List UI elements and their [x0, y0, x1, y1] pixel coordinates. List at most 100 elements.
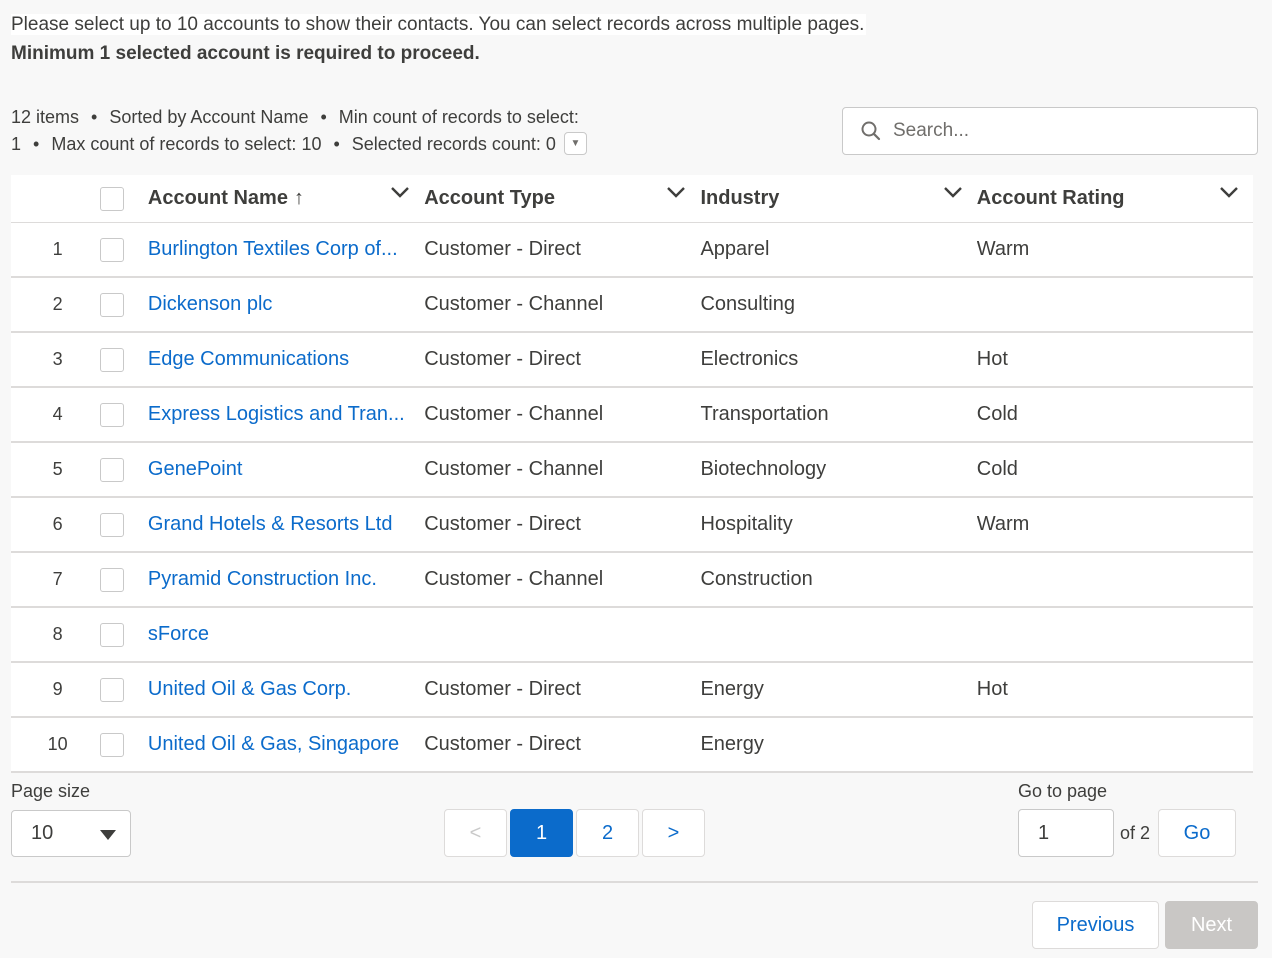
account-name-link[interactable]: Burlington Textiles Corp of... — [148, 238, 398, 260]
row-checkbox[interactable] — [100, 402, 125, 427]
go-to-page-input[interactable]: 1 — [1018, 809, 1114, 857]
column-header-account-name[interactable]: Account Name ↑ — [148, 187, 424, 210]
caret-down-icon — [100, 830, 116, 840]
row-number: 10 — [47, 734, 68, 754]
next-page-button[interactable]: > — [642, 809, 705, 857]
row-checkbox[interactable] — [100, 237, 125, 262]
row-checkbox[interactable] — [100, 677, 125, 702]
total-pages-text: of 2 — [1120, 823, 1151, 843]
row-checkbox[interactable] — [100, 732, 125, 757]
page-size-select[interactable]: 10 — [11, 810, 131, 857]
account-name-link[interactable]: Edge Communications — [148, 348, 349, 370]
account-name-link[interactable]: Dickenson plc — [148, 293, 273, 315]
row-number: 9 — [52, 679, 63, 699]
account-type-cell: Customer - Direct — [424, 348, 581, 370]
account-type-cell: Customer - Channel — [424, 403, 604, 425]
chevron-down-icon[interactable] — [390, 185, 410, 199]
min-count-value: 1 — [11, 134, 22, 154]
table-row: 7 Pyramid Construction Inc. Customer - C… — [11, 553, 1253, 608]
page-button-1[interactable]: 1 — [510, 809, 573, 857]
table-row: 4 Express Logistics and Tran... Customer… — [11, 388, 1253, 443]
instructions: Please select up to 10 accounts to show … — [11, 10, 867, 68]
page-size-label: Page size — [11, 781, 91, 801]
chevron-down-icon[interactable] — [1219, 185, 1239, 199]
account-rating-cell: Hot — [976, 348, 1008, 370]
column-header-account-type[interactable]: Account Type — [424, 187, 700, 210]
row-checkbox[interactable] — [100, 457, 125, 482]
go-to-page-label: Go to page — [1018, 781, 1108, 801]
row-checkbox[interactable] — [100, 622, 125, 647]
account-rating-cell: Hot — [976, 678, 1008, 700]
search-box[interactable] — [842, 107, 1258, 155]
row-checkbox[interactable] — [100, 292, 125, 317]
previous-button[interactable]: Previous — [1032, 901, 1159, 949]
row-number: 4 — [52, 404, 63, 424]
footer-divider — [11, 881, 1258, 883]
industry-cell: Biotechnology — [700, 458, 827, 480]
account-rating-cell: Cold — [976, 458, 1018, 480]
page-size-value: 10 — [31, 822, 54, 844]
table-row: 6 Grand Hotels & Resorts Ltd Customer - … — [11, 498, 1253, 553]
account-name-link[interactable]: sForce — [148, 623, 209, 645]
account-type-cell: Customer - Direct — [424, 733, 581, 755]
row-checkbox[interactable] — [100, 347, 125, 372]
sort-info: Sorted by Account Name — [109, 107, 309, 127]
account-type-cell: Customer - Direct — [424, 238, 581, 260]
select-all-checkbox[interactable] — [100, 186, 125, 211]
account-type-cell: Customer - Channel — [424, 458, 604, 480]
table-row: 1 Burlington Textiles Corp of... Custome… — [11, 223, 1253, 278]
account-rating-cell: Warm — [976, 513, 1030, 535]
row-number: 7 — [52, 569, 63, 589]
row-number: 5 — [52, 459, 63, 479]
account-name-link[interactable]: Express Logistics and Tran... — [148, 403, 405, 425]
account-name-link[interactable]: Grand Hotels & Resorts Ltd — [148, 513, 393, 535]
column-header-account-rating[interactable]: Account Rating — [977, 187, 1253, 210]
table-header: Account Name ↑ Account Type Industry Acco… — [11, 175, 1253, 223]
account-type-cell: Customer - Direct — [424, 513, 581, 535]
instruction-text: Please select up to 10 accounts to show … — [11, 14, 867, 35]
sort-ascending-icon: ↑ — [293, 187, 304, 209]
industry-cell: Apparel — [700, 238, 770, 260]
table-row: 9 United Oil & Gas Corp. Customer - Dire… — [11, 663, 1253, 718]
list-summary: 12 items • Sorted by Account Name • Min coun… — [11, 104, 587, 158]
row-number: 3 — [52, 349, 63, 369]
account-type-cell: Customer - Channel — [424, 293, 604, 315]
account-rating-cell: Cold — [976, 403, 1018, 425]
row-number: 8 — [52, 624, 63, 644]
search-icon — [861, 121, 881, 141]
account-name-link[interactable]: GenePoint — [148, 458, 243, 480]
row-number: 1 — [52, 239, 63, 259]
chevron-down-icon[interactable] — [943, 185, 963, 199]
next-button[interactable]: Next — [1165, 901, 1258, 949]
row-number: 2 — [52, 294, 63, 314]
previous-page-button[interactable]: < — [444, 809, 507, 857]
table-row: 2 Dickenson plc Customer - Channel Consu… — [11, 278, 1253, 333]
industry-cell: Electronics — [700, 348, 799, 370]
account-type-cell: Customer - Direct — [424, 678, 581, 700]
industry-cell: Energy — [700, 733, 764, 755]
industry-cell: Hospitality — [700, 513, 793, 535]
chevron-down-icon: ▼ — [570, 137, 581, 149]
industry-cell: Transportation — [700, 403, 829, 425]
row-checkbox[interactable] — [100, 567, 125, 592]
row-number: 6 — [52, 514, 63, 534]
selected-count: Selected records count: 0 — [351, 134, 556, 154]
minimum-requirement-text: Minimum 1 selected account is required t… — [11, 43, 480, 64]
chevron-down-icon[interactable] — [666, 185, 686, 199]
account-name-link[interactable]: Pyramid Construction Inc. — [148, 568, 377, 590]
table-row: 10 United Oil & Gas, Singapore Customer … — [11, 718, 1253, 773]
account-name-link[interactable]: United Oil & Gas, Singapore — [148, 733, 399, 755]
page-button-2[interactable]: 2 — [576, 809, 639, 857]
go-button[interactable]: Go — [1158, 809, 1236, 857]
table-row: 3 Edge Communications Customer - Direct … — [11, 333, 1253, 388]
item-count: 12 items — [11, 107, 80, 127]
row-checkbox[interactable] — [100, 512, 125, 537]
account-rating-cell: Warm — [976, 238, 1030, 260]
account-name-link[interactable]: United Oil & Gas Corp. — [148, 678, 351, 700]
column-header-industry[interactable]: Industry — [700, 187, 976, 210]
search-input[interactable] — [891, 119, 1231, 143]
selection-dropdown-button[interactable]: ▼ — [563, 131, 587, 155]
min-count-label: Min count of records to select: — [338, 107, 579, 127]
table-row: 5 GenePoint Customer - Channel Biotechno… — [11, 443, 1253, 498]
accounts-table: Account Name ↑ Account Type Industry Acco… — [11, 175, 1253, 773]
